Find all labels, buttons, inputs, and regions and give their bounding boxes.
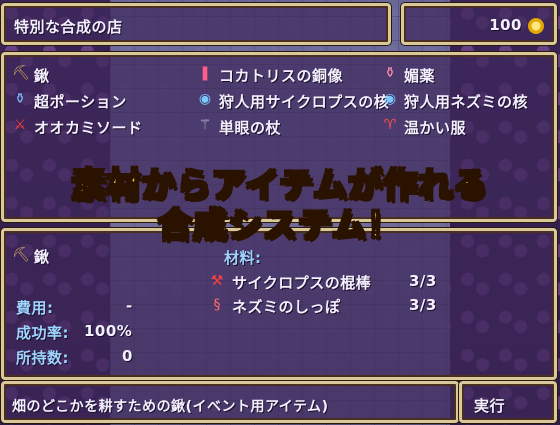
item-option-cockatrice-statue[interactable]: ❚ コカトリスの銅像 xyxy=(197,63,372,85)
club-icon: ⚒ xyxy=(210,273,224,289)
item-detail-window: ⛏ 鍬 材料: ⚒ サイクロプスの棍棒 3/3 § ネズミのしっぽ 3/3 費用… xyxy=(1,228,557,380)
item-option-super-potion[interactable]: ⚱ 超ポーション xyxy=(12,89,187,111)
item-option-aphrodisiac[interactable]: ⚱ 媚薬 xyxy=(382,63,552,85)
shop-title-window: 特別な合成の店 xyxy=(1,3,391,45)
clothes-icon: ♈ xyxy=(383,117,397,133)
cost-value: - xyxy=(126,297,133,315)
item-option-monocular-staff[interactable]: ⚚ 単眼の杖 xyxy=(197,115,372,137)
item-label: 超ポーション xyxy=(34,93,127,111)
description-window: 畑のどこかを耕すための鍬(イベント用アイテム) xyxy=(1,381,459,423)
banner-line-2: 合成システム！ xyxy=(157,205,402,247)
material-name: サイクロプスの棍棒 xyxy=(232,274,372,292)
item-option-hoe[interactable]: ⛏ 鍬 xyxy=(12,63,187,85)
execute-label: 実行 xyxy=(474,397,506,415)
material-name: ネズミのしっぽ xyxy=(232,298,341,316)
materials-label: 材料: xyxy=(224,249,262,267)
core-orb-icon: ◉ xyxy=(383,91,397,107)
staff-icon: ⚚ xyxy=(198,117,212,133)
selected-item-name: 鍬 xyxy=(34,248,50,266)
gold-coin-icon xyxy=(528,18,544,34)
potion-icon: ⚱ xyxy=(14,91,26,107)
shop-title: 特別な合成の店 xyxy=(14,18,123,36)
item-label: 媚薬 xyxy=(404,67,436,85)
material-count: 3/3 xyxy=(409,272,437,290)
item-option-cyclops-core[interactable]: ◉ 狩人用サイクロプスの核 xyxy=(197,89,389,111)
item-option-wolf-sword[interactable]: ⚔ オオカミソード xyxy=(12,115,187,137)
execute-button[interactable]: 実行 xyxy=(459,381,557,423)
item-label: 鍬 xyxy=(34,67,50,85)
success-rate-label: 成功率: xyxy=(16,324,69,342)
sword-icon: ⚔ xyxy=(13,117,27,133)
core-orb-icon: ◉ xyxy=(198,91,212,107)
cost-label: 費用: xyxy=(16,299,54,317)
item-label: 狩人用サイクロプスの核 xyxy=(219,93,390,111)
pickaxe-icon: ⛏ xyxy=(12,247,30,263)
statue-icon: ❚ xyxy=(199,65,211,81)
item-label: コカトリスの銅像 xyxy=(219,67,344,85)
item-label: オオカミソード xyxy=(34,119,143,137)
gold-amount: 100 xyxy=(489,16,522,34)
owned-count-value: 0 xyxy=(122,347,133,365)
item-option-rat-core[interactable]: ◉ 狩人用ネズミの核 xyxy=(382,89,552,111)
owned-count-label: 所持数: xyxy=(16,349,69,367)
potion-icon: ⚱ xyxy=(384,65,396,81)
item-option-warm-clothes[interactable]: ♈ 温かい服 xyxy=(382,115,552,137)
material-count: 3/3 xyxy=(409,296,437,314)
item-label: 温かい服 xyxy=(404,119,467,137)
item-label: 狩人用ネズミの核 xyxy=(404,93,529,111)
success-rate-value: 100% xyxy=(84,322,133,340)
item-label: 単眼の杖 xyxy=(219,119,282,137)
gold-window: 100 xyxy=(401,3,557,45)
item-description: 畑のどこかを耕すための鍬(イベント用アイテム) xyxy=(12,399,329,415)
tail-icon: § xyxy=(213,297,221,313)
pickaxe-icon: ⛏ xyxy=(12,65,30,81)
